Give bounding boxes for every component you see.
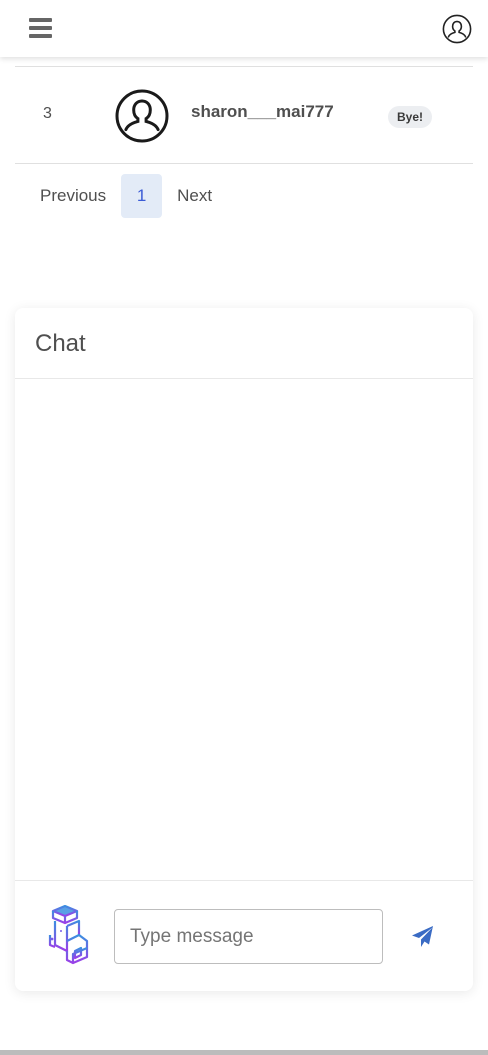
- bottom-scroll-bar: [0, 1050, 488, 1055]
- chat-card: Chat: [15, 308, 473, 991]
- pagination: Previous 1 Next: [29, 174, 223, 218]
- pagination-next-link[interactable]: Next: [166, 174, 223, 218]
- status-badge: Bye!: [388, 106, 433, 128]
- row-username: sharon___mai777: [191, 102, 334, 121]
- chat-footer: [15, 880, 473, 991]
- pagination-page-current[interactable]: 1: [121, 174, 163, 218]
- hamburger-menu-icon[interactable]: [29, 18, 52, 38]
- chat-title: Chat: [35, 330, 86, 357]
- paper-plane-send-icon[interactable]: [410, 924, 436, 950]
- user-avatar-icon: [115, 89, 169, 143]
- pagination-previous-link[interactable]: Previous: [29, 174, 117, 218]
- user-circle-icon[interactable]: [442, 14, 472, 44]
- table-divider-bottom: [15, 163, 473, 164]
- chat-messages-area[interactable]: [15, 379, 473, 881]
- message-input[interactable]: [114, 909, 383, 964]
- bot-avatar-icon: [45, 904, 95, 967]
- row-rank: 3: [43, 105, 52, 122]
- top-navbar: [0, 0, 488, 57]
- chat-header: Chat: [15, 308, 473, 379]
- table-row: 3 sharon___mai777 Bye!: [15, 67, 473, 163]
